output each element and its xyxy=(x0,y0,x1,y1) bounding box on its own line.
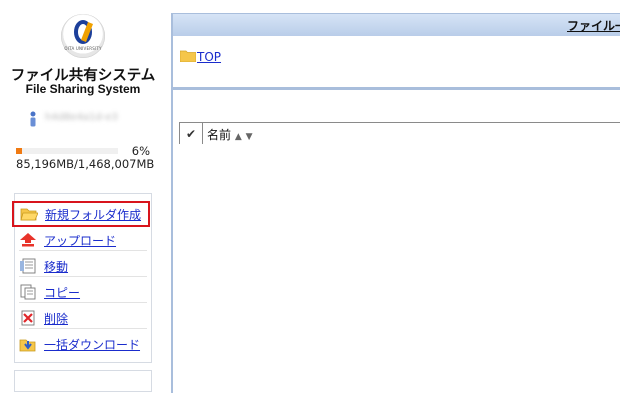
logo-o-icon xyxy=(74,20,93,44)
upload-arrow-icon xyxy=(20,233,36,247)
menu-label: 一括ダウンロード xyxy=(44,337,141,352)
action-menu: 新規フォルダ作成 アップロード 移動 コピー 削除 一括ダウンロード xyxy=(12,193,152,363)
menu-move[interactable]: 移動 xyxy=(19,256,147,277)
menu-delete[interactable]: 削除 xyxy=(19,308,147,329)
menu-label: アップロード xyxy=(44,233,117,248)
menu-label: 新規フォルダ作成 xyxy=(45,207,142,222)
sort-ascending-icon[interactable]: ▲ xyxy=(235,132,242,142)
file-table-header: ✔ 名前 ▲ ▼ xyxy=(179,122,620,146)
file-list-body xyxy=(173,144,620,404)
bulk-download-icon xyxy=(19,339,36,352)
menu-label: 移動 xyxy=(44,259,69,274)
user-info-icon xyxy=(30,111,36,127)
panel-header: ファイル一 xyxy=(173,13,620,36)
file-list-panel: ファイル一 TOP ✔ 名前 ▲ ▼ xyxy=(171,13,620,404)
university-logo: OITA UNIVERSITY xyxy=(61,14,105,58)
menu-label: 削除 xyxy=(44,311,69,326)
quota-progress-fill xyxy=(16,148,23,154)
delete-icon xyxy=(21,310,35,326)
panel-divider xyxy=(173,87,620,90)
select-all-checkbox[interactable]: ✔ xyxy=(180,123,203,145)
secondary-menu-box xyxy=(14,370,152,392)
breadcrumb-top-link[interactable]: TOP xyxy=(197,50,221,64)
menu-upload[interactable]: アップロード xyxy=(19,230,147,251)
column-name-header: 名前 ▲ ▼ xyxy=(207,126,253,143)
sidebar: OITA UNIVERSITY ファイル共有システム File Sharing … xyxy=(0,0,166,392)
copy-icon xyxy=(20,284,36,300)
app-subtitle: File Sharing System xyxy=(25,82,141,96)
quota-percent: 6% xyxy=(131,144,150,158)
folder-open-icon xyxy=(20,208,38,221)
username: h4d8e4a1d-e3 xyxy=(45,112,118,123)
menu-bulk-download[interactable]: 一括ダウンロード xyxy=(19,334,147,354)
sort-descending-icon[interactable]: ▼ xyxy=(246,132,253,142)
move-icon xyxy=(20,258,36,274)
panel-header-title[interactable]: ファイル一 xyxy=(567,17,620,34)
menu-label: コピー xyxy=(44,285,81,300)
check-icon: ✔ xyxy=(185,127,197,141)
menu-copy[interactable]: コピー xyxy=(19,282,147,303)
logo-text: OITA UNIVERSITY xyxy=(64,46,102,51)
column-name-label: 名前 xyxy=(207,128,232,142)
quota-usage: 85,196MB/1,468,007MB xyxy=(16,157,155,171)
quota-progress-bar xyxy=(16,148,118,154)
folder-icon xyxy=(180,50,196,62)
breadcrumb: TOP xyxy=(173,36,620,87)
menu-new-folder[interactable]: 新規フォルダ作成 xyxy=(12,201,150,227)
